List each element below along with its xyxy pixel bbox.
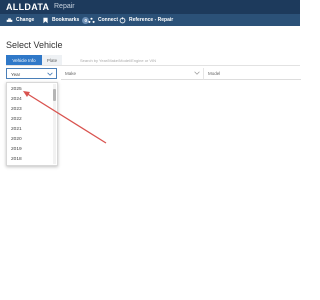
year-option[interactable]: 2019	[11, 145, 22, 154]
year-dropdown: 2025 2024 2023 2022 2021 2020 2019 2018	[6, 82, 58, 166]
make-select[interactable]: Make	[61, 68, 203, 80]
year-option[interactable]: 2018	[11, 155, 22, 164]
year-option[interactable]: 2020	[11, 135, 22, 144]
alldata-logo[interactable]: ALLDATA	[6, 2, 49, 12]
top-bar: ALLDATA Repair	[0, 0, 300, 14]
nav-bar: Change Bookmarks 0 Connect Reference - R…	[0, 14, 300, 26]
nav-bookmarks-label: Bookmarks	[52, 17, 80, 23]
tab-plate[interactable]: Plate	[42, 55, 62, 65]
nav-connect[interactable]: Connect	[88, 15, 118, 25]
year-option[interactable]: 2022	[11, 115, 22, 124]
year-option[interactable]: 2023	[11, 105, 22, 114]
vehicle-search-input[interactable]: Search by Year/Make/Model/Engine or VIN	[80, 58, 156, 63]
nav-change-label: Change	[16, 17, 35, 23]
year-option[interactable]: 2024	[11, 95, 22, 104]
year-option[interactable]: 2025	[11, 85, 22, 94]
make-select-label: Make	[65, 71, 77, 76]
bookmark-icon	[43, 17, 48, 23]
vehicle-tabs: Vehicle Info Plate Search by Year/Make/M…	[6, 55, 300, 66]
tab-vehicle-info[interactable]: Vehicle Info	[6, 55, 42, 65]
page-title: Select Vehicle	[6, 40, 63, 50]
nav-bookmarks[interactable]: Bookmarks 0	[42, 15, 90, 25]
model-select-label: Model	[208, 71, 221, 76]
nav-change[interactable]: Change	[6, 15, 34, 25]
year-option[interactable]: 2021	[11, 125, 22, 134]
reference-icon	[119, 16, 126, 23]
chevron-down-icon	[47, 72, 53, 76]
nav-connect-label: Connect	[98, 17, 118, 23]
nav-reference-label: Reference - Repair	[129, 17, 174, 23]
chevron-down-icon	[194, 71, 200, 75]
connect-icon	[88, 17, 95, 23]
nav-reference[interactable]: Reference - Repair	[119, 15, 173, 25]
year-select-label: Year	[11, 72, 21, 77]
dropdown-scroll-thumb[interactable]	[53, 89, 56, 101]
model-select[interactable]: Model	[203, 68, 301, 80]
product-name: Repair	[54, 3, 75, 10]
year-select[interactable]: Year	[6, 68, 57, 79]
car-change-icon	[6, 17, 13, 22]
